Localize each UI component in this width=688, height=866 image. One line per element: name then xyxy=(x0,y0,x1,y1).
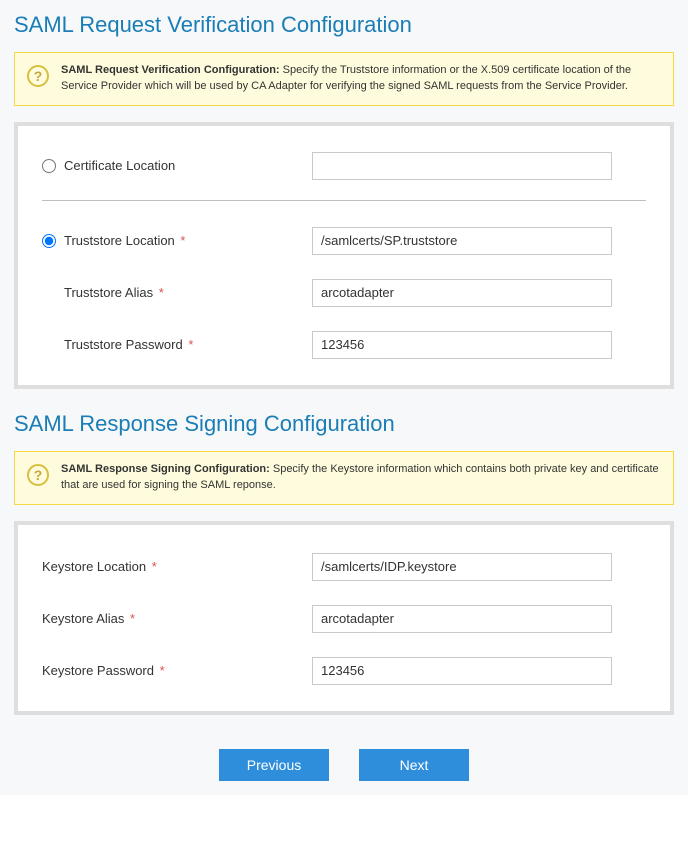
saml-request-info-box: ? SAML Request Verification Configuratio… xyxy=(14,52,674,106)
truststore-password-input[interactable] xyxy=(312,331,612,359)
truststore-alias-label: Truststore Alias xyxy=(64,285,153,300)
saml-response-info-box: ? SAML Response Signing Configuration: S… xyxy=(14,451,674,505)
saml-request-info-text: SAML Request Verification Configuration:… xyxy=(61,63,661,95)
help-icon: ? xyxy=(27,464,49,486)
saml-response-title: SAML Response Signing Configuration xyxy=(14,411,674,437)
required-marker: * xyxy=(159,285,164,300)
required-marker: * xyxy=(180,233,185,248)
saml-request-title: SAML Request Verification Configuration xyxy=(14,12,674,38)
required-marker: * xyxy=(188,337,193,352)
certificate-location-label: Certificate Location xyxy=(64,158,175,173)
panel-divider xyxy=(42,200,646,201)
saml-response-info-text: SAML Response Signing Configuration: Spe… xyxy=(61,462,661,494)
keystore-password-input[interactable] xyxy=(312,657,612,685)
saml-response-info-title: SAML Response Signing Configuration: xyxy=(61,463,270,475)
truststore-location-input[interactable] xyxy=(312,227,612,255)
truststore-alias-input[interactable] xyxy=(312,279,612,307)
truststore-location-label: Truststore Location xyxy=(64,233,175,248)
help-icon: ? xyxy=(27,65,49,87)
saml-response-panel: Keystore Location * Keystore Alias * xyxy=(14,521,674,715)
keystore-location-label: Keystore Location xyxy=(42,559,146,574)
certificate-location-input[interactable] xyxy=(312,152,612,180)
keystore-alias-input[interactable] xyxy=(312,605,612,633)
required-marker: * xyxy=(152,559,157,574)
truststore-password-label: Truststore Password xyxy=(64,337,183,352)
truststore-location-radio[interactable] xyxy=(42,234,56,248)
keystore-password-label: Keystore Password xyxy=(42,663,154,678)
keystore-alias-label: Keystore Alias xyxy=(42,611,124,626)
saml-request-info-title: SAML Request Verification Configuration: xyxy=(61,64,280,76)
button-bar: Previous Next xyxy=(10,737,678,785)
saml-request-panel: Certificate Location Truststore Location… xyxy=(14,122,674,389)
keystore-location-input[interactable] xyxy=(312,553,612,581)
next-button[interactable]: Next xyxy=(359,749,469,781)
required-marker: * xyxy=(130,611,135,626)
certificate-location-radio[interactable] xyxy=(42,159,56,173)
required-marker: * xyxy=(160,663,165,678)
previous-button[interactable]: Previous xyxy=(219,749,329,781)
